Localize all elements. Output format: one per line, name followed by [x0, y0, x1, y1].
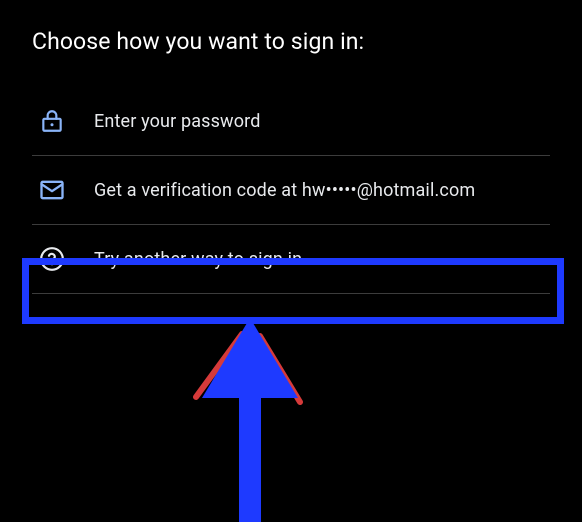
annotation-red-underline [35, 317, 555, 320]
mail-icon [38, 176, 66, 204]
option-label: Get a verification code at hw•••••@hotma… [94, 180, 475, 201]
option-label: Enter your password [94, 111, 261, 132]
signin-choice-heading: Choose how you want to sign in: [32, 28, 550, 55]
lock-icon [38, 107, 66, 135]
option-label: Try another way to sign in [94, 249, 302, 270]
signin-option-list: Enter your password Get a verification c… [32, 93, 550, 294]
option-verification-code[interactable]: Get a verification code at hw•••••@hotma… [32, 156, 550, 225]
option-try-another-way[interactable]: Try another way to sign in [32, 225, 550, 294]
help-icon [38, 245, 66, 273]
option-enter-password[interactable]: Enter your password [32, 93, 550, 156]
